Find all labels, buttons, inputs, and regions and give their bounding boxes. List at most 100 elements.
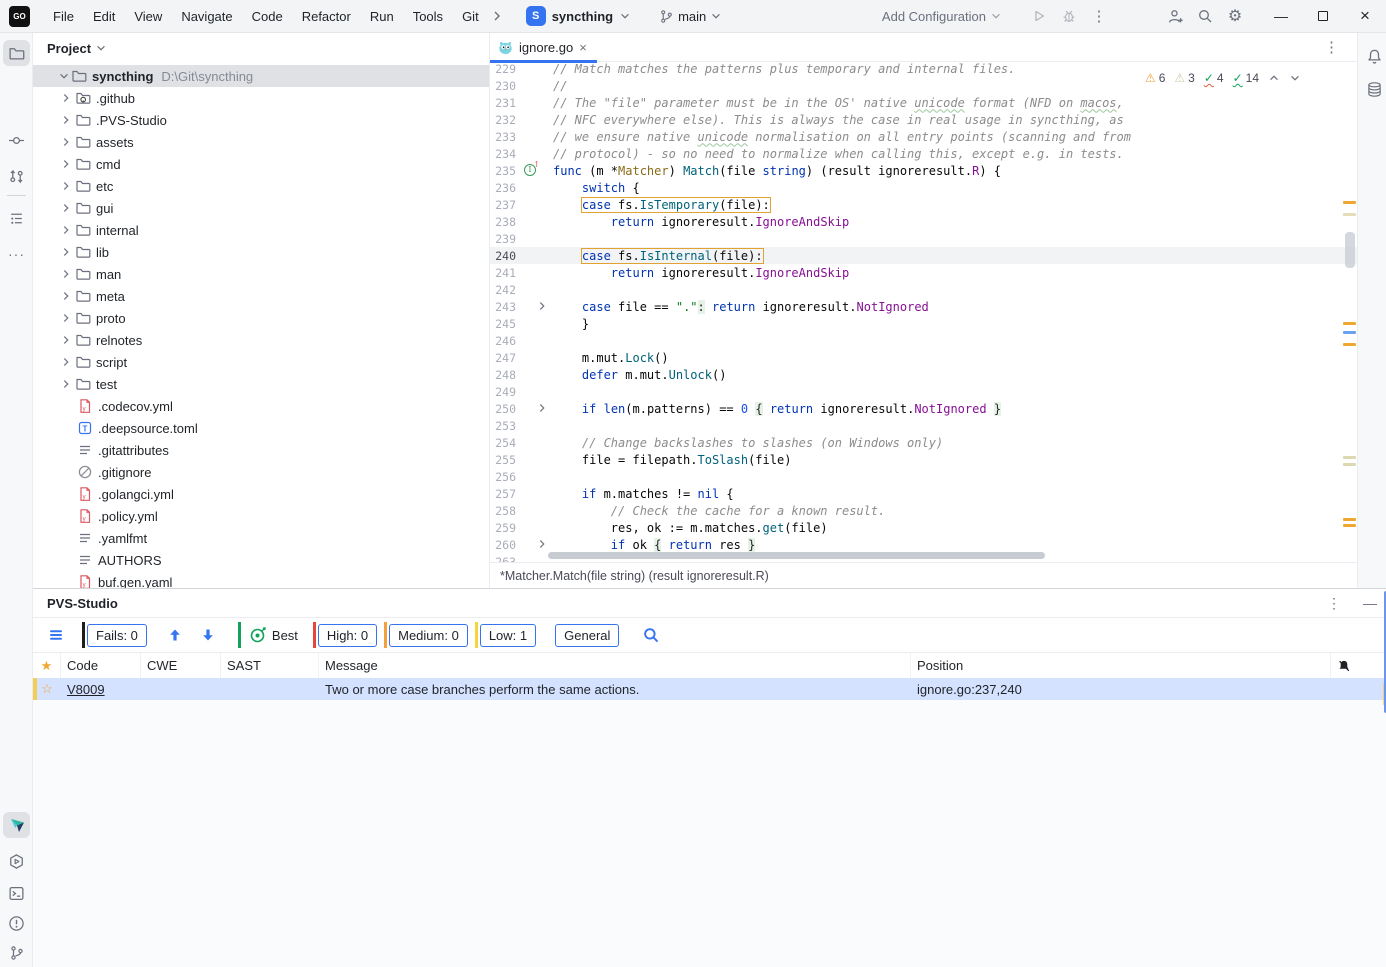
pvs-search-button[interactable] [638,622,664,648]
tab-options-button[interactable]: ⋮ [1324,38,1339,56]
stripe-mark[interactable] [1343,201,1356,204]
tree-file-gitattributes[interactable]: .gitattributes [33,439,489,461]
stripe-mark[interactable] [1343,213,1356,216]
window-close-button[interactable]: × [1344,0,1386,33]
database-tool-button[interactable] [1361,76,1386,102]
row-favorite-star[interactable]: ☆ [33,678,61,700]
problems-tool-button[interactable] [3,910,30,936]
pvs-panel-hide-button[interactable]: — [1363,595,1377,611]
tree-folder-assets[interactable]: assets [33,131,489,153]
stripe-mark[interactable] [1343,343,1356,346]
move-down-button[interactable] [195,622,221,648]
menu-git[interactable]: Git [453,5,488,28]
run-button[interactable] [1024,3,1054,29]
window-maximize-button[interactable] [1302,0,1344,33]
tree-folder-man[interactable]: man [33,263,489,285]
debug-button[interactable] [1054,3,1084,29]
tree-file-yamlfmt[interactable]: .yamlfmt [33,527,489,549]
override-gutter-icon[interactable]: I [524,164,536,176]
tree-folder-gui[interactable]: gui [33,197,489,219]
terminal-tool-button[interactable] [3,880,30,906]
message-column-header[interactable]: Message [319,653,911,678]
chevron-right-icon[interactable] [58,136,74,148]
stripe-mark[interactable] [1343,524,1356,527]
services-tool-button[interactable] [3,848,30,874]
pvs-panel-options-button[interactable]: ⋮ [1327,595,1341,612]
chevron-right-icon[interactable] [58,356,74,368]
tree-folder-etc[interactable]: etc [33,175,489,197]
tree-folder-proto[interactable]: proto [33,307,489,329]
chevron-right-icon[interactable] [58,312,74,324]
menu-run[interactable]: Run [361,5,403,28]
project-selector[interactable]: S syncthing [520,3,637,29]
project-tool-button[interactable] [3,40,30,66]
structure-tool-button[interactable] [3,205,30,231]
general-filter-button[interactable]: General [555,624,619,647]
tree-folder-relnotes[interactable]: relnotes [33,329,489,351]
stripe-mark[interactable] [1343,322,1356,325]
git-tool-button[interactable] [3,163,30,189]
menu-view[interactable]: View [125,5,171,28]
tree-file-deepsource.toml[interactable]: T.deepsource.toml [33,417,489,439]
ok-indicator[interactable]: ✓14 [1233,71,1259,85]
menu-refactor[interactable]: Refactor [293,5,360,28]
stripe-mark[interactable] [1343,518,1356,521]
menu-file[interactable]: File [44,5,83,28]
horizontal-scrollbar-thumb[interactable] [548,552,1045,559]
inspection-widget[interactable]: ⚠6 ⚠3 ✓4 ✓14 [1145,71,1301,85]
notifications-button[interactable] [1361,43,1386,69]
tree-folder-github[interactable]: .github [33,87,489,109]
search-everywhere-button[interactable] [1190,3,1220,29]
menu-code[interactable]: Code [243,5,292,28]
stripe-mark[interactable] [1343,463,1356,466]
vertical-scrollbar-thumb[interactable] [1345,232,1355,268]
pvs-issue-row[interactable]: ☆ V8009 Two or more case branches perfor… [33,678,1386,700]
chevron-right-icon[interactable] [58,224,74,236]
tree-folder-lib[interactable]: lib [33,241,489,263]
tree-file-gitignore[interactable]: .gitignore [33,461,489,483]
window-minimize-button[interactable]: — [1260,0,1302,33]
commit-tool-button[interactable] [3,127,30,153]
run-configuration-selector[interactable]: Add Configuration [874,6,1010,27]
chevron-right-icon[interactable] [58,268,74,280]
row-position[interactable]: ignore.go:237,240 [911,678,1331,700]
fails-filter-button[interactable]: Fails: 0 [87,624,147,647]
code-editor[interactable]: 229// Match matches the patterns plus te… [490,62,1357,562]
chevron-right-icon[interactable] [58,158,74,170]
more-tools-button[interactable]: ··· [3,241,30,267]
best-target-icon[interactable] [249,626,267,644]
tree-folder-test[interactable]: test [33,373,489,395]
code-with-me-button[interactable] [1160,3,1190,29]
chevron-right-icon[interactable] [58,202,74,214]
fold-arrow-icon[interactable] [536,402,548,414]
menu-edit[interactable]: Edit [84,5,124,28]
position-column-header[interactable]: Position [911,653,1331,678]
weak-warnings-indicator[interactable]: ⚠3 [1174,71,1194,85]
chevron-right-icon[interactable] [58,114,74,126]
best-filter-button[interactable]: Best [272,628,298,643]
pvs-studio-tool-button[interactable] [3,812,30,838]
chevron-right-icon[interactable] [58,180,74,192]
menu-navigate[interactable]: Navigate [172,5,241,28]
favorites-column-header[interactable]: ★ [33,653,61,678]
code-column-header[interactable]: Code [61,653,141,678]
more-actions-button[interactable]: ⋮ [1084,3,1114,29]
prev-problem-button[interactable] [1268,72,1280,84]
tree-folder-cmd[interactable]: cmd [33,153,489,175]
tab-ignore-go[interactable]: ignore.go × [490,33,597,62]
editor-area[interactable]: ignore.go × ⋮ 229// Match matches the pa… [490,33,1357,588]
menu-tools[interactable]: Tools [404,5,452,28]
tree-file-authors[interactable]: AUTHORS [33,549,489,571]
tree-folder-internal[interactable]: internal [33,219,489,241]
tree-file-policy.yml[interactable]: y.policy.yml [33,505,489,527]
project-panel-header[interactable]: Project [33,33,489,63]
typo-indicator[interactable]: ✓4 [1204,71,1224,85]
mute-column-header[interactable] [1331,653,1386,678]
chevron-right-icon[interactable] [58,92,74,104]
git-branch-selector[interactable]: main [653,6,728,27]
stripe-mark[interactable] [1343,456,1356,459]
chevron-right-icon[interactable] [58,334,74,346]
tree-root-item[interactable]: syncthingD:\Git\syncthing [33,65,489,87]
menu-overflow-chevron-icon[interactable] [490,9,504,23]
fold-arrow-icon[interactable] [536,300,548,312]
